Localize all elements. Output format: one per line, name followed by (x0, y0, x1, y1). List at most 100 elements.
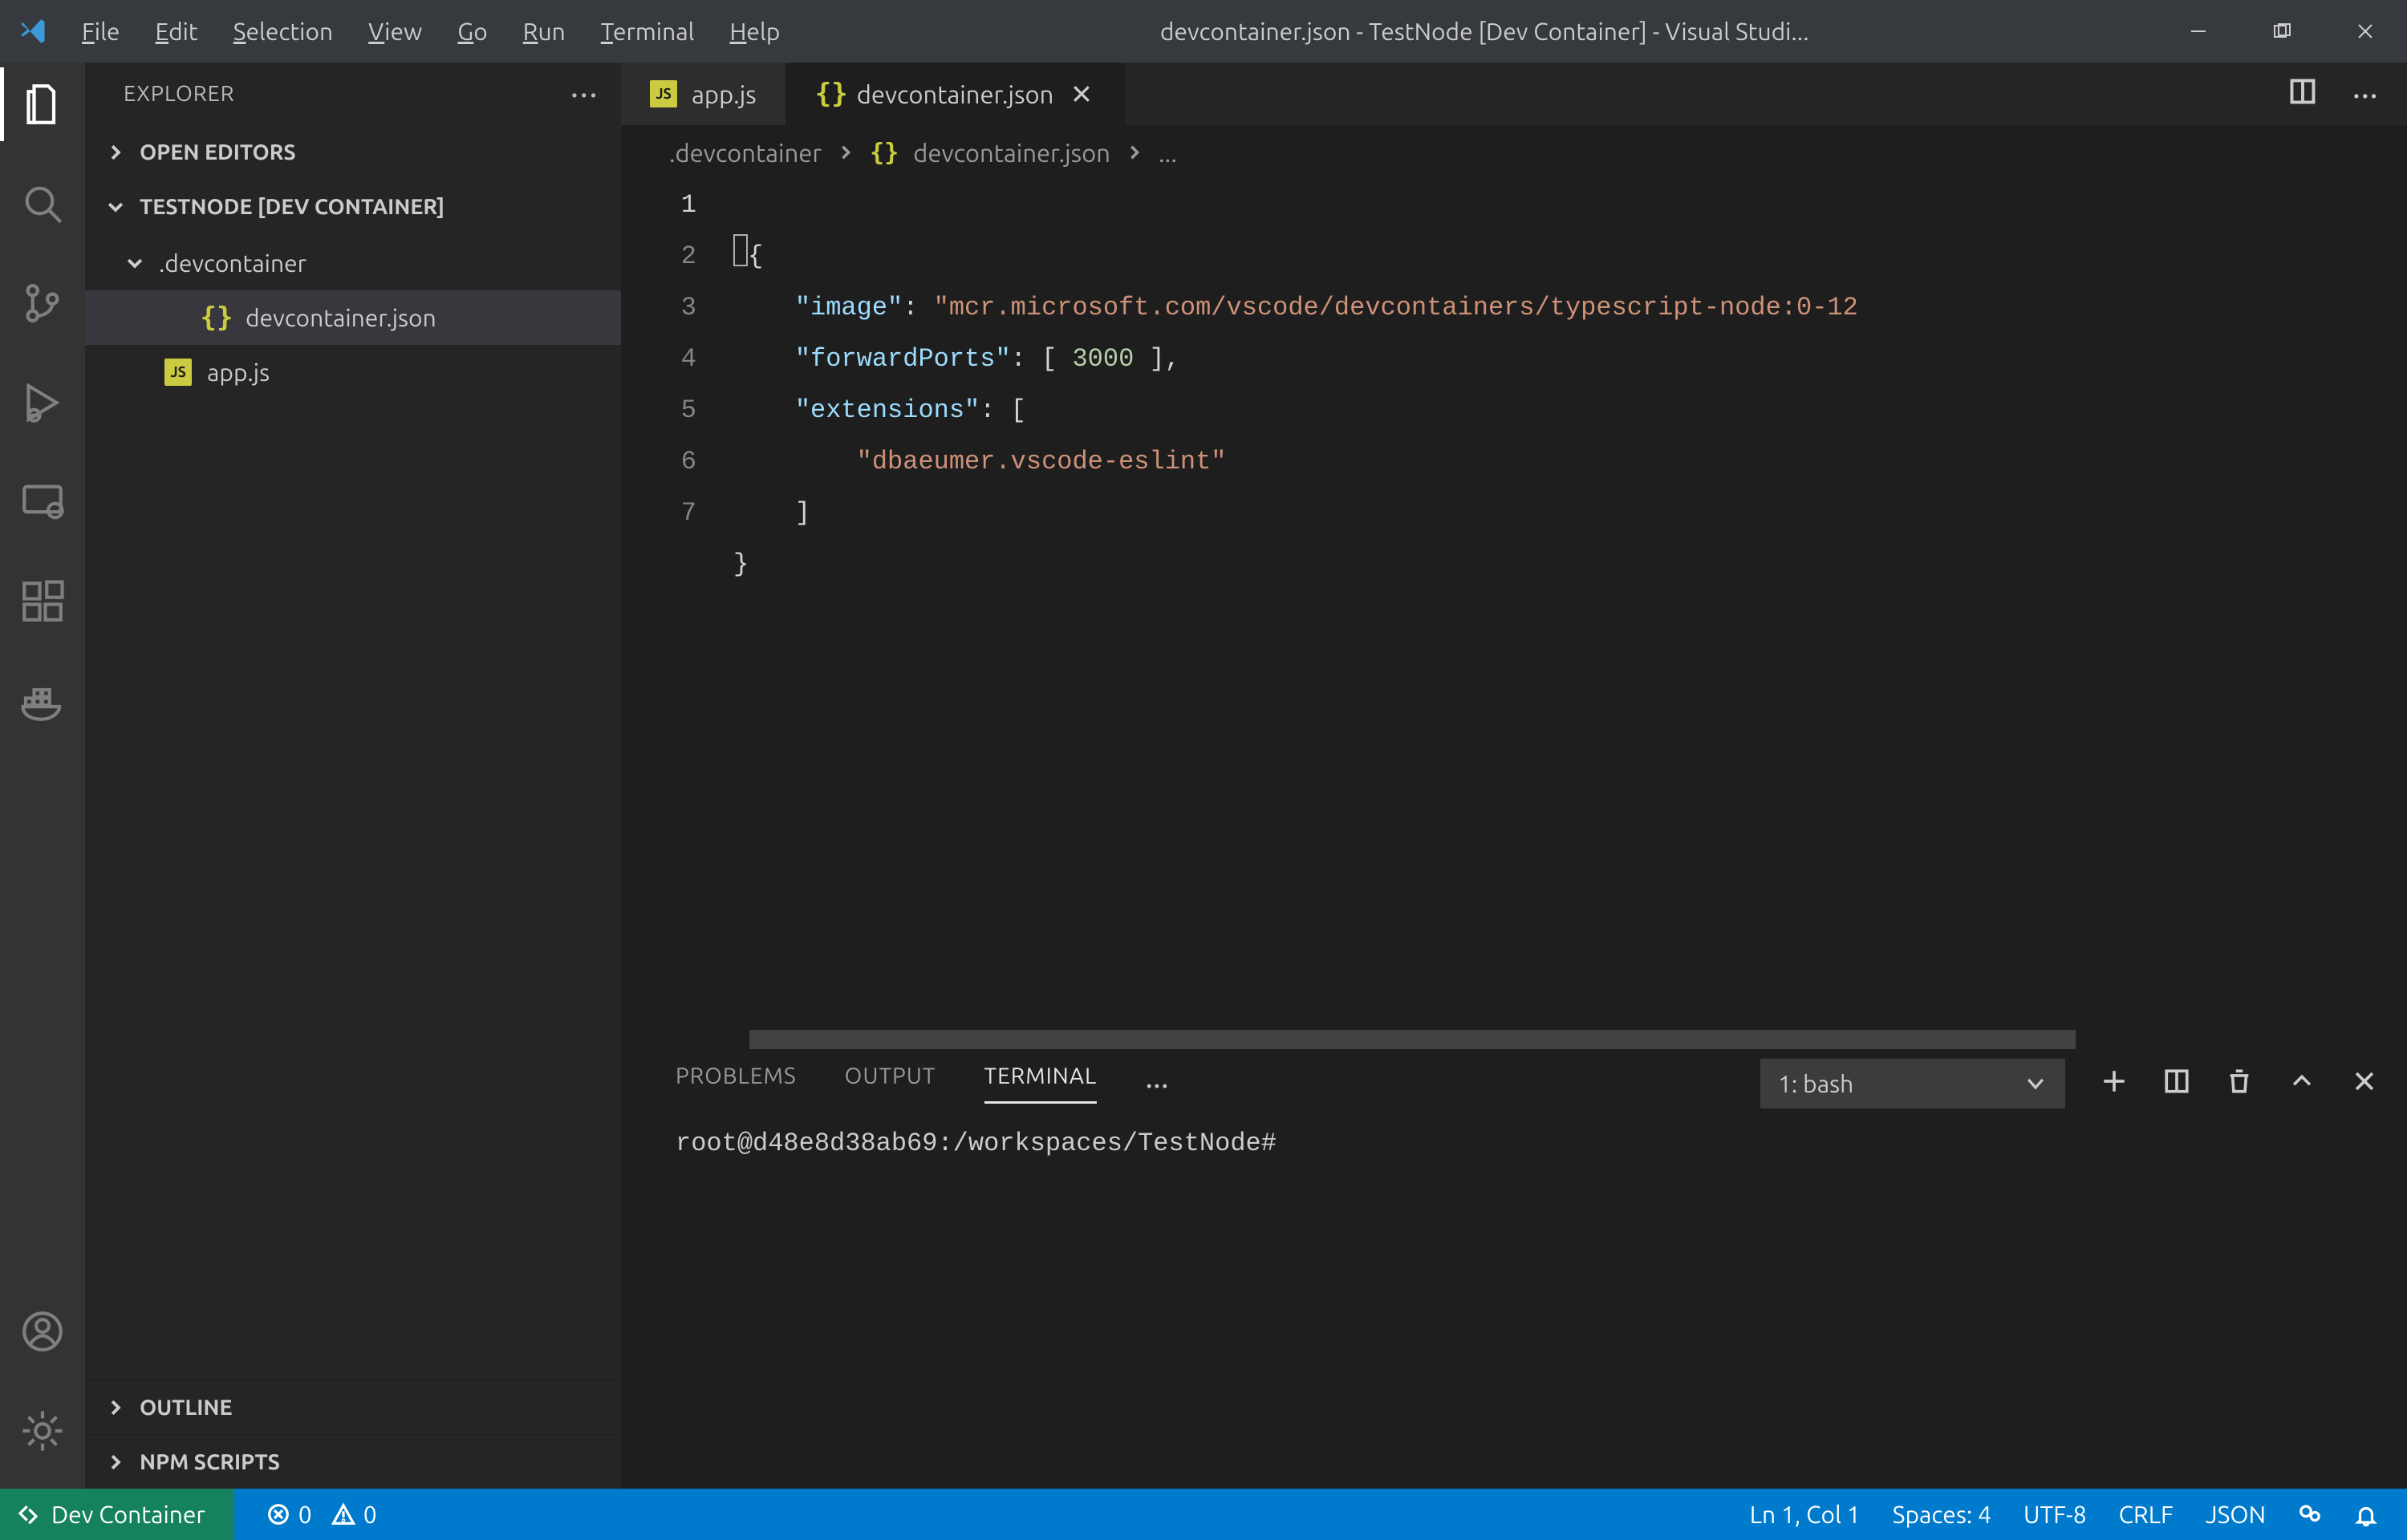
json-file-icon: {} (815, 78, 842, 110)
terminal-prompt: root@d48e8d38ab69:/workspaces/TestNode# (676, 1129, 1277, 1158)
breadcrumbs[interactable]: .devcontainer {} devcontainer.json ... (621, 125, 2407, 180)
line-gutter: 1 2 3 4 5 6 7 (621, 180, 733, 1049)
menu-run[interactable]: Run (523, 18, 566, 45)
errors-count: 0 (298, 1501, 312, 1528)
chevron-down-icon (101, 197, 130, 217)
chevron-right-icon (101, 142, 130, 163)
editor-panel: JS app.js {} devcontainer.json (621, 63, 2407, 1489)
status-line-col[interactable]: Ln 1, Col 1 (1750, 1501, 1861, 1528)
tab-close-icon[interactable] (1068, 80, 1095, 107)
chevron-right-icon (101, 1452, 130, 1473)
activity-docker-icon[interactable] (0, 679, 85, 723)
terminal-selector[interactable]: 1: bash (1760, 1059, 2065, 1108)
split-editor-icon[interactable] (2288, 77, 2317, 111)
panel-close-icon[interactable] (2351, 1068, 2378, 1100)
code-editor[interactable]: 1 2 3 4 5 6 7 { "image": "mcr.microsoft.… (621, 180, 2407, 1049)
breadcrumb-file[interactable]: devcontainer.json (913, 139, 1110, 167)
tree-folder-devcontainer[interactable]: .devcontainer (85, 236, 621, 290)
terminal-body[interactable]: root@d48e8d38ab69:/workspaces/TestNode# (621, 1117, 2407, 1489)
window-title: devcontainer.json - TestNode [Dev Contai… (780, 18, 2157, 45)
warnings-count: 0 (363, 1501, 377, 1528)
activity-remote-explorer-icon[interactable] (0, 480, 85, 525)
chevron-down-icon (120, 253, 149, 274)
status-bar: Dev Container 0 0 Ln 1, Col 1 Spaces: 4 … (0, 1489, 2407, 1540)
panel-tab-terminal[interactable]: Terminal (984, 1064, 1098, 1104)
maximize-button[interactable] (2240, 0, 2324, 63)
tree-file-devcontainer-json[interactable]: {} devcontainer.json (85, 290, 621, 345)
panel-more-icon[interactable]: ··· (1145, 1066, 1169, 1102)
menu-file[interactable]: File (82, 18, 120, 45)
activity-run-debug-icon[interactable] (0, 380, 85, 425)
activity-explorer-icon[interactable] (0, 82, 85, 127)
activity-account-icon[interactable] (0, 1309, 85, 1354)
split-terminal-icon[interactable] (2163, 1068, 2190, 1100)
menu-terminal[interactable]: Terminal (601, 18, 695, 45)
outline-label: OUTLINE (140, 1396, 233, 1420)
horizontal-scrollbar[interactable] (749, 1030, 2407, 1049)
scrollbar-thumb[interactable] (749, 1030, 2076, 1049)
status-warnings[interactable]: 0 (331, 1501, 377, 1528)
chevron-right-icon (1125, 139, 1144, 167)
menu-help[interactable]: Help (730, 18, 781, 45)
breadcrumb-tail[interactable]: ... (1159, 139, 1177, 167)
status-remote-indicator[interactable]: Dev Container (0, 1489, 234, 1540)
menu-selection[interactable]: Selection (233, 18, 333, 45)
explorer-title: EXPLORER (124, 82, 235, 106)
activity-bar (0, 63, 85, 1489)
json-file-icon: {} (870, 139, 899, 167)
editor-more-icon[interactable]: ··· (2352, 75, 2378, 114)
chevron-right-icon (836, 139, 855, 167)
code-content[interactable]: { "image": "mcr.microsoft.com/vscode/dev… (733, 180, 2407, 1049)
panel-tab-problems[interactable]: Problems (676, 1064, 797, 1104)
status-errors[interactable]: 0 (266, 1501, 312, 1528)
menu-bar: File Edit Selection View Go Run Terminal… (67, 18, 780, 45)
editor-tabs: JS app.js {} devcontainer.json (621, 63, 2407, 125)
sidebar: EXPLORER ··· OPEN EDITORS TESTNODE [DEV … (85, 63, 621, 1489)
activity-extensions-icon[interactable] (0, 579, 85, 624)
menu-go[interactable]: Go (457, 18, 487, 45)
npm-scripts-label: NPM SCRIPTS (140, 1450, 280, 1474)
vscode-logo-icon (0, 17, 67, 46)
json-file-icon: {} (197, 302, 236, 334)
tab-devcontainer-json[interactable]: {} devcontainer.json (786, 63, 1126, 125)
status-notifications-icon[interactable] (2354, 1502, 2378, 1526)
tab-label: devcontainer.json (857, 80, 1054, 108)
menu-view[interactable]: View (368, 18, 422, 45)
new-terminal-icon[interactable] (2101, 1068, 2128, 1100)
file-label: app.js (207, 359, 270, 386)
panel-tab-output[interactable]: Output (845, 1064, 936, 1104)
remote-icon (16, 1502, 40, 1526)
breadcrumb-folder[interactable]: .devcontainer (669, 139, 822, 167)
minimize-button[interactable] (2157, 0, 2240, 63)
status-eol[interactable]: CRLF (2119, 1501, 2174, 1528)
workspace-label: TESTNODE [DEV CONTAINER] (140, 195, 444, 219)
status-encoding[interactable]: UTF-8 (2023, 1501, 2087, 1528)
tree-file-app-js[interactable]: JS app.js (85, 345, 621, 399)
close-button[interactable] (2324, 0, 2407, 63)
panel-maximize-icon[interactable] (2288, 1068, 2316, 1100)
file-tree: .devcontainer {} devcontainer.json JS ap… (85, 234, 621, 1380)
menu-edit[interactable]: Edit (156, 18, 198, 45)
activity-settings-icon[interactable] (0, 1408, 85, 1453)
status-language[interactable]: JSON (2206, 1501, 2266, 1528)
error-icon (266, 1502, 290, 1526)
remote-label: Dev Container (51, 1501, 205, 1528)
activity-search-icon[interactable] (0, 181, 85, 226)
bottom-panel: Problems Output Terminal ··· 1: bash (621, 1049, 2407, 1489)
section-open-editors[interactable]: OPEN EDITORS (85, 125, 621, 180)
activity-source-control-icon[interactable] (0, 281, 85, 326)
tab-app-js[interactable]: JS app.js (621, 63, 786, 125)
chevron-down-icon (2023, 1072, 2048, 1096)
kill-terminal-icon[interactable] (2226, 1068, 2253, 1100)
section-workspace[interactable]: TESTNODE [DEV CONTAINER] (85, 180, 621, 234)
section-npm-scripts[interactable]: NPM SCRIPTS (85, 1434, 621, 1489)
folder-label: .devcontainer (159, 249, 306, 277)
status-indent[interactable]: Spaces: 4 (1893, 1501, 1991, 1528)
js-file-icon: JS (159, 359, 197, 386)
open-editors-label: OPEN EDITORS (140, 140, 296, 164)
sidebar-header: EXPLORER ··· (85, 63, 621, 125)
section-outline[interactable]: OUTLINE (85, 1380, 621, 1434)
title-bar: File Edit Selection View Go Run Terminal… (0, 0, 2407, 63)
status-feedback-icon[interactable] (2298, 1502, 2322, 1526)
file-label: devcontainer.json (246, 304, 436, 331)
